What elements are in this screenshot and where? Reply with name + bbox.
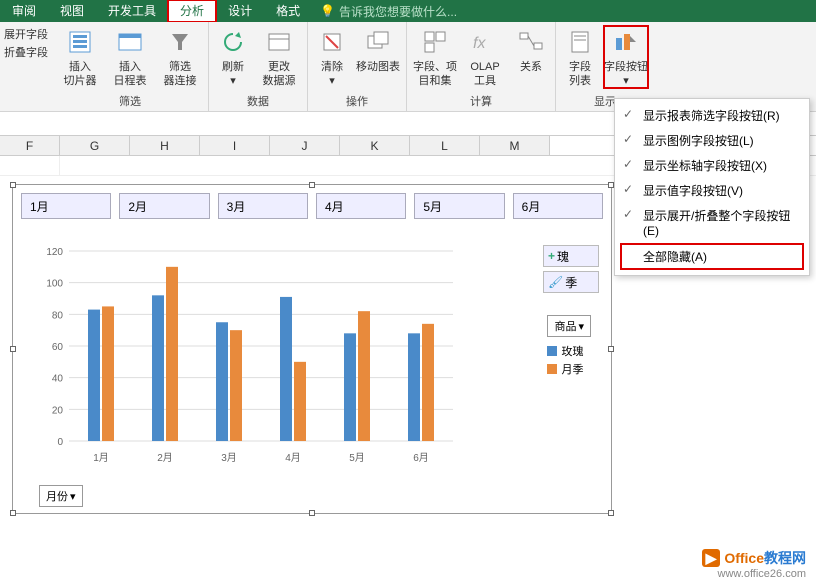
relationships-button[interactable]: 关系 xyxy=(513,26,549,74)
fields-icon xyxy=(419,26,451,58)
refresh-icon xyxy=(217,26,249,58)
expand-collapse-group: 展开字段 折叠字段 xyxy=(0,22,52,111)
svg-text:fx: fx xyxy=(473,35,486,52)
field-list-button[interactable]: 字段 列表 xyxy=(562,26,598,88)
month-button[interactable]: 3月 xyxy=(218,193,308,219)
svg-text:2月: 2月 xyxy=(157,452,173,464)
tab-review[interactable]: 审阅 xyxy=(0,0,48,22)
group-data-label: 数据 xyxy=(215,91,301,109)
group-ops: 清除▾ 移动图表 操作 xyxy=(308,22,407,111)
slicer-icon xyxy=(64,26,96,58)
move-chart-icon xyxy=(362,26,394,58)
svg-text:5月: 5月 xyxy=(349,452,365,464)
chart-plot: 0 20 40 60 80 100 120 1月 2月 3月 4月 5月 6月 xyxy=(33,241,463,471)
insert-timeline-button[interactable]: 插入 日程表 xyxy=(108,26,152,88)
dropdown-item[interactable]: ✓显示报表筛选字段按钮(R) xyxy=(615,103,809,128)
column-header[interactable]: G xyxy=(60,136,130,155)
dropdown-item[interactable]: ✓显示展开/折叠整个字段按钮(E) xyxy=(615,203,809,242)
relationships-icon xyxy=(515,26,547,58)
month-button[interactable]: 4月 xyxy=(316,193,406,219)
timeline-icon xyxy=(114,26,146,58)
legend-filter[interactable]: 商品 ▾ xyxy=(547,315,591,337)
olap-icon: fx xyxy=(469,26,501,58)
refresh-button[interactable]: 刷新▾ xyxy=(215,26,251,88)
legend-item: 月季 xyxy=(547,361,591,377)
svg-text:4月: 4月 xyxy=(285,452,301,464)
watermark: ▶ Office教程网 www.office26.com xyxy=(702,548,806,580)
column-header[interactable]: K xyxy=(340,136,410,155)
chart-add-element[interactable]: +瑰 xyxy=(543,245,599,267)
svg-text:40: 40 xyxy=(52,374,64,385)
field-buttons-button[interactable]: 字段按钮▾ xyxy=(604,26,648,88)
svg-text:60: 60 xyxy=(52,342,64,353)
group-data: 刷新▾ 更改 数据源 数据 xyxy=(209,22,308,111)
move-chart-button[interactable]: 移动图表 xyxy=(356,26,400,74)
insert-slicer-button[interactable]: 插入 切片器 xyxy=(58,26,102,88)
change-datasource-button[interactable]: 更改 数据源 xyxy=(257,26,301,88)
tab-format[interactable]: 格式 xyxy=(264,0,312,22)
chart-legend: 商品 ▾ 玫瑰月季 xyxy=(547,315,591,377)
group-filter-label: 筛选 xyxy=(58,91,202,109)
svg-text:0: 0 xyxy=(57,437,63,448)
clear-button[interactable]: 清除▾ xyxy=(314,26,350,88)
field-list-icon xyxy=(564,26,596,58)
olap-tools-button[interactable]: fxOLAP 工具 xyxy=(463,26,507,88)
column-header[interactable]: F xyxy=(0,136,60,155)
tab-analyze[interactable]: 分析 xyxy=(168,0,216,22)
month-button[interactable]: 6月 xyxy=(513,193,603,219)
chart-styles[interactable]: 🖌季 xyxy=(543,271,599,293)
fields-items-button[interactable]: 字段、项 目和集 xyxy=(413,26,457,88)
filter-connections-button[interactable]: 筛选 器连接 xyxy=(158,26,202,88)
svg-text:80: 80 xyxy=(52,310,64,321)
chart-side-buttons: +瑰 🖌季 xyxy=(543,245,599,293)
expand-field[interactable]: 展开字段 xyxy=(4,26,48,42)
column-header[interactable]: I xyxy=(200,136,270,155)
dropdown-item[interactable]: ✓显示坐标轴字段按钮(X) xyxy=(615,153,809,178)
filter-conn-icon xyxy=(164,26,196,58)
month-button[interactable]: 2月 xyxy=(119,193,209,219)
datasource-icon xyxy=(263,26,295,58)
svg-text:100: 100 xyxy=(46,279,63,290)
x-axis-filter[interactable]: 月份 ▾ xyxy=(39,485,83,507)
field-buttons-dropdown: ✓显示报表筛选字段按钮(R)✓显示图例字段按钮(L)✓显示坐标轴字段按钮(X)✓… xyxy=(614,98,810,276)
pivot-chart[interactable]: 1月 2月 3月 4月 5月 6月 0 20 40 60 80 100 120 1月 2月 3月 4月 5月 6月… xyxy=(12,184,612,514)
column-header[interactable]: M xyxy=(480,136,550,155)
dropdown-item[interactable]: ✓显示值字段按钮(V) xyxy=(615,178,809,203)
month-button[interactable]: 5月 xyxy=(414,193,504,219)
group-calc: 字段、项 目和集 fxOLAP 工具 关系 计算 xyxy=(407,22,556,111)
column-header[interactable]: L xyxy=(410,136,480,155)
ribbon-tabs: 审阅 视图 开发工具 分析 设计 格式 💡 告诉我您想要做什么... xyxy=(0,0,816,22)
dropdown-item[interactable]: 全部隐藏(A) xyxy=(621,244,803,269)
dropdown-item[interactable]: ✓显示图例字段按钮(L) xyxy=(615,128,809,153)
tab-view[interactable]: 视图 xyxy=(48,0,96,22)
group-calc-label: 计算 xyxy=(413,91,549,109)
svg-text:20: 20 xyxy=(52,405,64,416)
field-buttons-icon xyxy=(610,26,642,58)
watermark-logo-icon: ▶ xyxy=(702,549,721,567)
column-header[interactable]: J xyxy=(270,136,340,155)
clear-icon xyxy=(316,26,348,58)
svg-text:120: 120 xyxy=(46,247,63,258)
month-button[interactable]: 1月 xyxy=(21,193,111,219)
svg-text:6月: 6月 xyxy=(413,452,429,464)
group-ops-label: 操作 xyxy=(314,91,400,109)
svg-text:3月: 3月 xyxy=(221,452,237,464)
legend-item: 玫瑰 xyxy=(547,343,591,359)
tab-devtools[interactable]: 开发工具 xyxy=(96,0,168,22)
svg-text:1月: 1月 xyxy=(93,452,109,464)
column-header[interactable]: H xyxy=(130,136,200,155)
group-filter: 插入 切片器 插入 日程表 筛选 器连接 筛选 xyxy=(52,22,209,111)
month-filter-buttons: 1月 2月 3月 4月 5月 6月 xyxy=(13,185,611,227)
tab-design[interactable]: 设计 xyxy=(216,0,264,22)
collapse-field[interactable]: 折叠字段 xyxy=(4,44,48,60)
tell-me[interactable]: 💡 告诉我您想要做什么... xyxy=(312,0,816,22)
